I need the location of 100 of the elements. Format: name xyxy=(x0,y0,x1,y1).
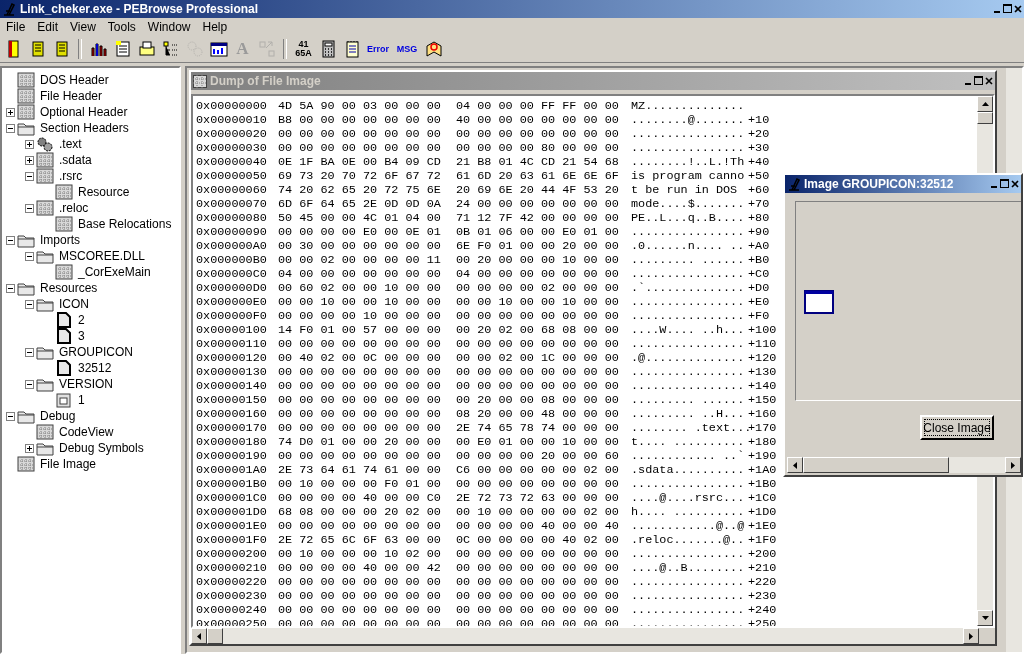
tree-item[interactable]: Debug xyxy=(40,409,76,423)
tree-item[interactable]: Base Relocations xyxy=(78,217,172,231)
expander-button[interactable] xyxy=(25,171,34,181)
folder-icon xyxy=(17,232,35,248)
offset-text: 0x00000110 xyxy=(196,337,268,351)
tree-item[interactable]: .sdata xyxy=(59,153,92,167)
hex-bytes: 00 00 00 00 40 00 00 C0 xyxy=(278,491,442,505)
hex-bytes: 00 00 00 00 00 00 00 00 xyxy=(456,477,620,491)
offset-text: 0x00000020 xyxy=(196,127,268,141)
tree-item[interactable]: MSCOREE.DLL xyxy=(59,249,146,263)
hex-bytes: 00 20 00 00 08 00 00 00 xyxy=(456,393,620,407)
tree-item[interactable]: Optional Header xyxy=(40,105,128,119)
menu-item[interactable]: Help xyxy=(196,20,234,34)
maximize-button[interactable] xyxy=(1000,177,1009,191)
tree-item[interactable]: Resource xyxy=(78,185,130,199)
offset-marker: +E0 xyxy=(748,295,770,309)
tree-item[interactable]: .text xyxy=(59,137,82,151)
expander-button[interactable] xyxy=(6,283,15,293)
tree-item[interactable]: 32512 xyxy=(78,361,112,375)
ascii-text: .reloc.......@.. xyxy=(631,533,746,547)
hex-bytes: 00 00 00 00 00 00 00 00 xyxy=(456,379,620,393)
expander-button[interactable] xyxy=(25,443,34,453)
offset-marker: +150 xyxy=(748,393,777,407)
offset-marker: +90 xyxy=(748,225,770,239)
tree-item[interactable]: .reloc xyxy=(59,201,89,215)
offset-text: 0x00000050 xyxy=(196,169,268,183)
offset-marker: +170 xyxy=(748,421,777,435)
folder-icon xyxy=(36,376,54,392)
tree-item[interactable]: File Header xyxy=(40,89,103,103)
offset-marker: +30 xyxy=(748,141,770,155)
expander-button[interactable] xyxy=(25,139,34,149)
window-title: Link_cheker.exe - PEBrowse Professional xyxy=(20,2,260,16)
offset-text: 0x00000030 xyxy=(196,141,268,155)
expander-button[interactable] xyxy=(25,251,34,261)
tree-item[interactable]: CodeView xyxy=(59,425,114,439)
expander-button[interactable] xyxy=(6,411,15,421)
expander-button[interactable] xyxy=(6,235,15,245)
hex-bytes: 00 00 00 00 00 00 00 00 xyxy=(456,575,620,589)
ascii-text: ........@....... xyxy=(631,113,746,127)
offset-text: 0x00000090 xyxy=(196,225,268,239)
ascii-text: ......... ..H... xyxy=(631,407,746,421)
ascii-text: ................ xyxy=(631,379,746,393)
tree-item[interactable]: GROUPICON xyxy=(59,345,133,359)
toolbar-button[interactable]: 41 65A xyxy=(292,38,315,60)
expander-button[interactable] xyxy=(25,379,34,389)
expander-button[interactable] xyxy=(6,123,15,133)
scrollbar-thumb[interactable] xyxy=(803,457,949,473)
tree-item[interactable]: 2 xyxy=(78,313,85,327)
maximize-button[interactable] xyxy=(1003,2,1012,16)
menu-item[interactable]: Tools xyxy=(101,20,142,34)
expander-button[interactable] xyxy=(25,203,34,213)
expander-button[interactable] xyxy=(25,155,34,165)
tree-item[interactable]: VERSION xyxy=(59,377,113,391)
ascii-text: ................ xyxy=(631,547,746,561)
folder-icon xyxy=(36,344,54,360)
ascii-text: ................ xyxy=(631,127,746,141)
close-image-button[interactable]: Close Image xyxy=(920,415,994,440)
ascii-text: ................ xyxy=(631,267,746,281)
hex-bytes: 6E F0 01 00 00 20 00 00 xyxy=(456,239,620,253)
hex-bytes: 00 00 00 00 40 00 00 40 xyxy=(456,519,620,533)
hex-bytes: 24 00 00 00 00 00 00 00 xyxy=(456,197,620,211)
hex-bytes: 00 20 02 00 68 08 00 00 xyxy=(456,323,620,337)
tree-item[interactable]: Debug Symbols xyxy=(59,441,144,455)
maximize-button[interactable] xyxy=(974,74,983,88)
tree-item[interactable]: Section Headers xyxy=(40,121,129,135)
hex-bytes: 74 20 62 65 20 72 75 6E xyxy=(278,183,442,197)
hex-bytes: 00 10 00 00 00 F0 01 00 xyxy=(278,477,442,491)
expander-button[interactable] xyxy=(6,107,15,117)
tree-item[interactable]: .rsrc xyxy=(59,169,83,183)
menu-item[interactable]: Edit xyxy=(31,20,65,34)
hex-bytes: 00 00 00 00 00 00 00 00 xyxy=(278,393,442,407)
offset-marker: +1F0 xyxy=(748,533,777,547)
tree-item[interactable]: 1 xyxy=(78,393,85,407)
offset-text: 0x000000A0 xyxy=(196,239,268,253)
tree-item[interactable]: _CorExeMain xyxy=(78,265,151,279)
toolbar-button[interactable]: MSG xyxy=(393,38,421,60)
hex-bytes: 00 00 00 00 20 00 00 60 xyxy=(456,449,620,463)
tree-item[interactable]: DOS Header xyxy=(40,73,109,87)
expander-button[interactable] xyxy=(25,299,34,309)
tree-item[interactable]: File Image xyxy=(40,457,97,471)
offset-marker: +C0 xyxy=(748,267,770,281)
offset-marker: +230 xyxy=(748,589,777,603)
tree-item[interactable]: Resources xyxy=(40,281,98,295)
ascii-text: .0......n.... .. xyxy=(631,239,746,253)
tree-item[interactable]: ICON xyxy=(59,297,89,311)
tree-item[interactable]: Imports xyxy=(40,233,80,247)
toolbar-button[interactable]: Error xyxy=(364,38,392,60)
menu-item[interactable]: Window xyxy=(141,20,197,34)
expander-button[interactable] xyxy=(25,347,34,357)
offset-marker: +130 xyxy=(748,365,777,379)
hex-bytes: 00 10 00 00 00 10 02 00 xyxy=(278,547,442,561)
menu-item[interactable]: File xyxy=(0,20,32,34)
ascii-text: ................ xyxy=(631,589,746,603)
hex-bytes: 50 45 00 00 4C 01 04 00 xyxy=(278,211,442,225)
menu-item[interactable]: View xyxy=(64,20,102,34)
scrollbar-thumb[interactable] xyxy=(207,628,223,644)
tree-item[interactable]: 3 xyxy=(78,329,85,343)
scrollbar-thumb[interactable] xyxy=(977,112,993,124)
hex-bytes: 69 73 20 70 72 6F 67 72 xyxy=(278,169,442,183)
page-icon xyxy=(55,360,73,376)
